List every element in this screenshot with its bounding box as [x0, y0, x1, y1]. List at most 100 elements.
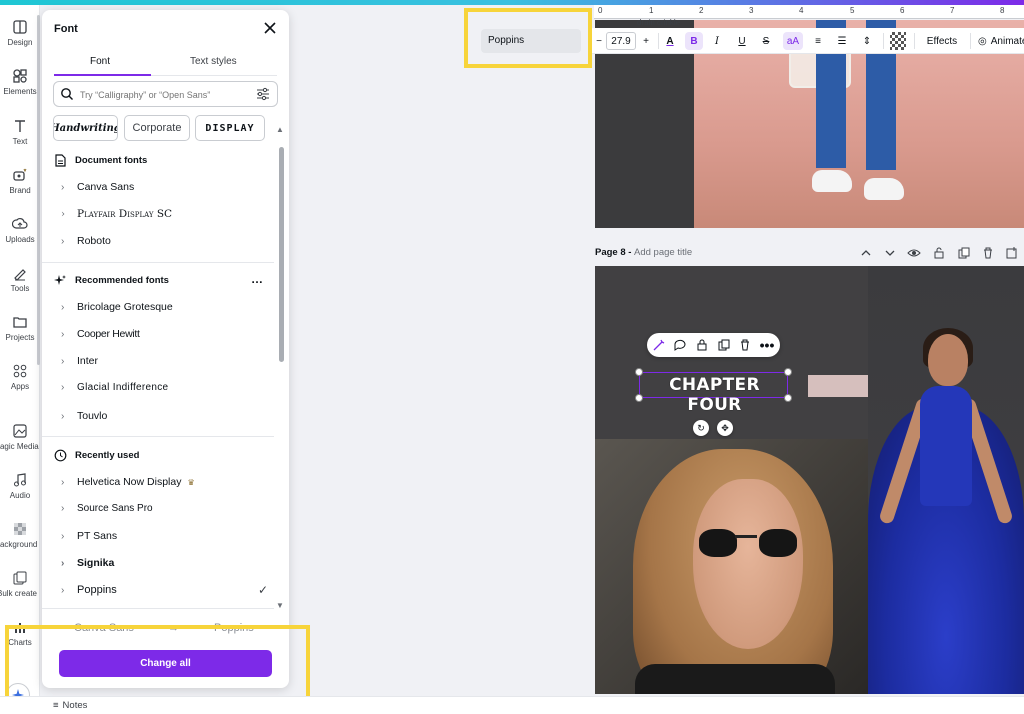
- italic-icon[interactable]: I: [709, 32, 725, 50]
- page-title-input[interactable]: Add page title: [634, 247, 692, 258]
- rotate-icon[interactable]: ↻: [693, 420, 709, 436]
- align-center-icon[interactable]: ≡: [809, 32, 827, 50]
- chevron-right-icon[interactable]: ›: [61, 477, 69, 488]
- more-icon[interactable]: •••: [759, 337, 775, 353]
- font-item-inter[interactable]: › Inter: [61, 355, 271, 367]
- pink-rectangle-element[interactable]: [808, 375, 868, 397]
- font-item-signika[interactable]: › Signika: [61, 557, 271, 569]
- resize-handle[interactable]: [635, 368, 643, 376]
- chevron-right-icon[interactable]: ›: [61, 411, 69, 422]
- rail-item-tools[interactable]: Tools: [0, 265, 40, 293]
- rail-item-uploads[interactable]: Uploads: [0, 216, 40, 244]
- lock-icon[interactable]: [694, 337, 710, 353]
- trash-icon[interactable]: [981, 246, 995, 260]
- photo-blue-dress[interactable]: [868, 266, 1024, 694]
- font-item-roboto[interactable]: › Roboto: [61, 235, 271, 247]
- spacing-icon[interactable]: ⇕: [858, 32, 876, 50]
- font-item-cooper-hewitt[interactable]: › Cooper Hewitt: [61, 328, 271, 340]
- chip-handwriting[interactable]: Handwriting: [53, 115, 118, 141]
- resize-handle[interactable]: [635, 394, 643, 402]
- scroll-thumb[interactable]: [279, 147, 284, 362]
- chevron-right-icon[interactable]: ›: [61, 209, 69, 220]
- font-name: Inter: [77, 355, 99, 367]
- font-name: Roboto: [77, 235, 111, 247]
- font-item-source-sans[interactable]: › Source Sans Pro: [61, 503, 271, 514]
- font-item-canva-sans[interactable]: › Canva Sans: [61, 181, 271, 193]
- chevron-right-icon[interactable]: ›: [61, 558, 69, 569]
- font-item-bricolage[interactable]: › Bricolage Grotesque: [61, 301, 271, 313]
- chevron-up-icon[interactable]: [859, 246, 873, 260]
- font-item-touvlo[interactable]: › Touvlo: [61, 410, 271, 422]
- photo-woman-sunglasses[interactable]: [595, 439, 868, 694]
- eye-icon[interactable]: [907, 246, 921, 260]
- animate-button[interactable]: ◎ Animate: [978, 32, 1024, 50]
- chevron-right-icon[interactable]: ›: [61, 182, 69, 193]
- scroll-up-icon[interactable]: ▲: [276, 125, 284, 134]
- chip-corporate[interactable]: Corporate: [124, 115, 190, 141]
- ruler-number: 3: [749, 6, 754, 15]
- decrease-size-button[interactable]: −: [594, 32, 604, 50]
- rail-item-magic-media[interactable]: Magic Media: [0, 423, 40, 451]
- chevron-right-icon[interactable]: ›: [61, 329, 69, 340]
- comment-icon[interactable]: [672, 337, 688, 353]
- chevron-right-icon[interactable]: ›: [61, 503, 69, 514]
- add-page-icon[interactable]: [1005, 246, 1019, 260]
- panel-title: Font: [54, 23, 78, 35]
- scroll-down-icon[interactable]: ▼: [276, 601, 284, 610]
- chevron-right-icon[interactable]: ›: [61, 302, 69, 313]
- font-item-playfair[interactable]: › Playfair Display SC: [61, 208, 271, 220]
- more-options-icon[interactable]: …: [251, 272, 264, 286]
- rail-item-background[interactable]: Background: [0, 521, 40, 549]
- filter-icon[interactable]: [256, 87, 270, 101]
- duplicate-icon[interactable]: [957, 246, 971, 260]
- resize-handle[interactable]: [784, 394, 792, 402]
- chevron-right-icon[interactable]: ›: [61, 236, 69, 247]
- chapter-heading[interactable]: CHAPTER FOUR: [640, 375, 789, 415]
- strikethrough-icon[interactable]: S: [758, 32, 774, 50]
- increase-size-button[interactable]: +: [640, 32, 652, 50]
- chevron-down-icon[interactable]: [883, 246, 897, 260]
- tab-font[interactable]: Font: [90, 56, 110, 67]
- transparency-icon[interactable]: [890, 32, 906, 50]
- font-list-scrollbar[interactable]: ▲ ▼: [276, 125, 286, 615]
- rail-item-elements[interactable]: Elements: [0, 68, 40, 96]
- rail-scrollbar[interactable]: [37, 15, 40, 365]
- rail-item-projects[interactable]: Projects: [0, 314, 40, 342]
- resize-handle[interactable]: [784, 368, 792, 376]
- chip-display[interactable]: DISPLAY: [195, 115, 265, 141]
- duplicate-icon[interactable]: [716, 337, 732, 353]
- font-item-poppins[interactable]: › Poppins ✓: [61, 583, 271, 597]
- rail-item-audio[interactable]: Audio: [0, 472, 40, 500]
- page-8-canvas[interactable]: [595, 266, 1024, 694]
- close-icon[interactable]: [262, 20, 278, 36]
- effects-button[interactable]: Effects: [922, 32, 962, 50]
- chevron-right-icon[interactable]: ›: [61, 356, 69, 367]
- font-item-pt-sans[interactable]: › PT Sans: [61, 530, 271, 542]
- font-item-helvetica-now[interactable]: › Helvetica Now Display ♛: [61, 476, 271, 488]
- chevron-right-icon[interactable]: ›: [61, 382, 69, 393]
- rail-item-brand[interactable]: Brand: [0, 167, 40, 195]
- font-size-input[interactable]: 27.9: [606, 32, 636, 50]
- trash-icon[interactable]: [737, 337, 753, 353]
- notes-button[interactable]: ≡ Notes: [53, 700, 87, 711]
- rail-item-apps[interactable]: Apps: [0, 363, 40, 391]
- chevron-right-icon[interactable]: ›: [61, 585, 69, 596]
- rail-item-bulk-create[interactable]: Bulk create: [0, 570, 40, 598]
- font-search-input[interactable]: [80, 87, 250, 102]
- text-color-icon[interactable]: A: [662, 32, 678, 50]
- selected-text-box[interactable]: CHAPTER FOUR: [639, 372, 788, 415]
- list-icon[interactable]: ☰: [833, 32, 851, 50]
- rail-item-design[interactable]: Design: [0, 19, 40, 47]
- lock-icon[interactable]: [932, 246, 946, 260]
- bold-icon[interactable]: B: [685, 32, 703, 50]
- tab-text-styles[interactable]: Text styles: [190, 56, 237, 67]
- rail-item-text[interactable]: Text: [0, 118, 40, 146]
- letter-case-icon[interactable]: aA: [783, 32, 803, 50]
- font-item-glacial[interactable]: › Glacial Indifference: [61, 382, 271, 393]
- magic-edit-icon[interactable]: [651, 337, 667, 353]
- underline-icon[interactable]: U: [734, 32, 750, 50]
- chevron-right-icon[interactable]: ›: [61, 531, 69, 542]
- move-icon[interactable]: ✥: [717, 420, 733, 436]
- rail-label: Bulk create: [0, 589, 38, 598]
- rail-label: Tools: [10, 284, 30, 293]
